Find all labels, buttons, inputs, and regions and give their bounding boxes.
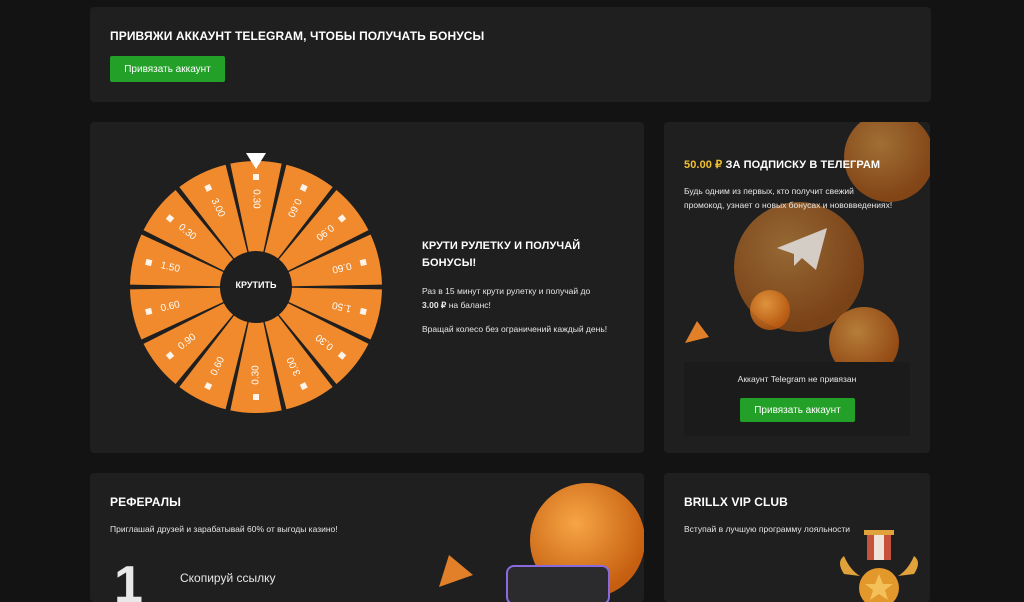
- wheel-card: 0.30 0.60 0.90 0.60 1.50 0.30 3.00 0.30 0.60 0.90…: [90, 122, 644, 453]
- wheel-desc-suffix: на баланс!: [448, 300, 491, 310]
- step-label: Скопируй ссылку: [180, 571, 276, 585]
- spin-button[interactable]: КРУТИТЬ: [220, 280, 292, 296]
- wheel-desc-prefix: Раз в 15 минут крути рулетку и получай д…: [422, 286, 591, 296]
- coin-icon: [253, 174, 259, 180]
- telegram-banner-title: ПРИВЯЖИ АККАУНТ TELEGRAM, ЧТОБЫ ПОЛУЧАТЬ…: [110, 29, 485, 43]
- wheel-description: Раз в 15 минут крути рулетку и получай д…: [422, 284, 622, 312]
- subscribe-panel: Аккаунт Telegram не привязан Привязать а…: [684, 362, 910, 436]
- wheel-title-line2: БОНУСЫ!: [422, 257, 477, 269]
- subscribe-card: 50.00 ₽ ЗА ПОДПИСКУ В ТЕЛЕГРАМ Будь одни…: [664, 122, 930, 453]
- referrals-desc: Приглашай друзей и зарабатывай 60% от вы…: [110, 524, 338, 534]
- referrals-title: РЕФЕРАЛЫ: [110, 495, 181, 509]
- subscribe-desc-line2: промокод, узнает о новых бонусах и новов…: [684, 200, 893, 210]
- subscribe-desc: Будь одним из первых, кто получит свежий…: [684, 184, 924, 212]
- wheel-segment-label: 0.30: [251, 365, 262, 385]
- wheel-desc-line2: Вращай колесо без ограничений каждый ден…: [422, 324, 608, 334]
- referrals-card: РЕФЕРАЛЫ Приглашай друзей и зарабатывай …: [90, 473, 644, 602]
- decor-device: [506, 565, 610, 602]
- medal-icon: [840, 530, 918, 602]
- wheel-desc-amount: 3.00 ₽: [422, 300, 447, 310]
- step-number: 1: [114, 556, 143, 602]
- subscribe-amount: 50.00 ₽: [684, 159, 723, 171]
- vip-desc: Вступай в лучшую программу лояльности: [684, 524, 851, 534]
- wheel-segment-label: 0.30: [250, 189, 261, 209]
- subscribe-title: 50.00 ₽ ЗА ПОДПИСКУ В ТЕЛЕГРАМ: [684, 158, 880, 171]
- subscribe-desc-line1: Будь одним из первых, кто получит свежий: [684, 186, 854, 196]
- subscribe-title-text: ЗА ПОДПИСКУ В ТЕЛЕГРАМ: [725, 159, 881, 171]
- link-account-button[interactable]: Привязать аккаунт: [110, 56, 225, 82]
- decor-triangle-referrals: [439, 555, 473, 587]
- vip-card: BRILLX VIP CLUB Вступай в лучшую програм…: [664, 473, 930, 602]
- coin-icon: [253, 394, 259, 400]
- decor-orb-small: [750, 290, 790, 330]
- telegram-link-banner: ПРИВЯЖИ АККАУНТ TELEGRAM, ЧТОБЫ ПОЛУЧАТЬ…: [90, 7, 931, 102]
- vip-title: BRILLX VIP CLUB: [684, 495, 788, 509]
- decor-triangle: [685, 321, 709, 343]
- telegram-plane-icon: [777, 228, 827, 270]
- telegram-status: Аккаунт Telegram не привязан: [737, 374, 857, 384]
- wheel-title-line1: КРУТИ РУЛЕТКУ И ПОЛУЧАЙ: [422, 240, 581, 252]
- subscribe-link-button[interactable]: Привязать аккаунт: [740, 398, 855, 422]
